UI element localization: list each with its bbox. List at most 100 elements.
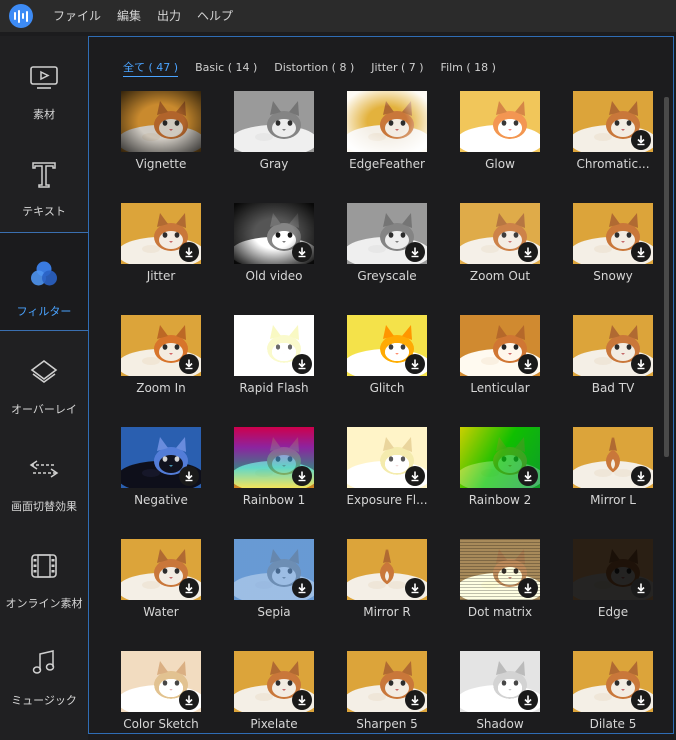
download-icon[interactable]: [405, 466, 425, 486]
filter-thumbnail[interactable]: [121, 427, 201, 488]
filter-tile[interactable]: Rapid Flash: [234, 315, 314, 395]
filter-tile[interactable]: Greyscale: [347, 203, 427, 283]
filter-tile[interactable]: Glow: [460, 91, 540, 171]
filter-tile[interactable]: Glitch: [347, 315, 427, 395]
filter-tile[interactable]: Chromatic...: [573, 91, 653, 171]
filter-thumbnail[interactable]: [460, 427, 540, 488]
filter-tile[interactable]: Sepia: [234, 539, 314, 619]
filter-tile[interactable]: Bad TV: [573, 315, 653, 395]
filter-tile[interactable]: Negative: [121, 427, 201, 507]
download-icon[interactable]: [292, 466, 312, 486]
scrollbar[interactable]: [664, 97, 669, 457]
sidebar-item-online[interactable]: オンライン素材: [0, 525, 88, 622]
filter-tile[interactable]: Water: [121, 539, 201, 619]
download-icon[interactable]: [179, 466, 199, 486]
sidebar-item-media[interactable]: 素材: [0, 36, 88, 133]
filter-thumbnail[interactable]: [347, 203, 427, 264]
filter-thumbnail[interactable]: [121, 651, 201, 712]
menu-help[interactable]: ヘルプ: [189, 0, 241, 32]
filter-thumbnail[interactable]: [234, 315, 314, 376]
download-icon[interactable]: [179, 242, 199, 262]
filter-thumbnail[interactable]: [234, 427, 314, 488]
download-icon[interactable]: [631, 690, 651, 710]
filter-thumbnail[interactable]: [234, 539, 314, 600]
filter-thumbnail[interactable]: [347, 427, 427, 488]
tab-film[interactable]: Film ( 18 ): [441, 61, 496, 77]
download-icon[interactable]: [292, 242, 312, 262]
download-icon[interactable]: [405, 354, 425, 374]
filter-tile[interactable]: Vignette: [121, 91, 201, 171]
filter-tile[interactable]: Mirror R: [347, 539, 427, 619]
filter-tile[interactable]: Color Sketch: [121, 651, 201, 731]
download-icon[interactable]: [292, 354, 312, 374]
download-icon[interactable]: [631, 130, 651, 150]
filter-tile[interactable]: EdgeFeather: [347, 91, 427, 171]
download-icon[interactable]: [631, 354, 651, 374]
filter-thumbnail[interactable]: [573, 539, 653, 600]
app-logo-icon[interactable]: [9, 4, 33, 28]
filter-tile[interactable]: Gray: [234, 91, 314, 171]
filter-tile[interactable]: Pixelate: [234, 651, 314, 731]
filter-tile[interactable]: Edge: [573, 539, 653, 619]
download-icon[interactable]: [631, 578, 651, 598]
filter-tile[interactable]: Mirror L: [573, 427, 653, 507]
download-icon[interactable]: [631, 242, 651, 262]
filter-tile[interactable]: Old video: [234, 203, 314, 283]
download-icon[interactable]: [179, 578, 199, 598]
filter-thumbnail[interactable]: [234, 651, 314, 712]
filter-tile[interactable]: Exposure Fl...: [346, 427, 428, 507]
menu-export[interactable]: 出力: [149, 0, 189, 32]
tab-all[interactable]: 全て ( 47 ): [123, 61, 179, 77]
filter-thumbnail[interactable]: [121, 203, 201, 264]
filter-tile[interactable]: Jitter: [121, 203, 201, 283]
filter-tile[interactable]: Rainbow 1: [234, 427, 314, 507]
filter-thumbnail[interactable]: [573, 651, 653, 712]
download-icon[interactable]: [518, 242, 538, 262]
filter-thumbnail[interactable]: [347, 539, 427, 600]
filter-thumbnail[interactable]: [460, 651, 540, 712]
download-icon[interactable]: [518, 578, 538, 598]
filter-tile[interactable]: Dilate 5: [573, 651, 653, 731]
download-icon[interactable]: [518, 466, 538, 486]
filter-thumbnail[interactable]: [121, 315, 201, 376]
filter-tile[interactable]: Rainbow 2: [460, 427, 540, 507]
filter-thumbnail[interactable]: [347, 315, 427, 376]
tab-jitter[interactable]: Jitter ( 7 ): [371, 61, 423, 77]
filter-thumbnail[interactable]: [573, 203, 653, 264]
sidebar-item-overlay[interactable]: オーバーレイ: [0, 331, 88, 428]
filter-thumbnail[interactable]: [573, 427, 653, 488]
tab-distortion[interactable]: Distortion ( 8 ): [274, 61, 354, 77]
filter-tile[interactable]: Snowy: [573, 203, 653, 283]
download-icon[interactable]: [405, 578, 425, 598]
sidebar-item-filter[interactable]: フィルター: [0, 233, 88, 330]
download-icon[interactable]: [405, 242, 425, 262]
download-icon[interactable]: [292, 690, 312, 710]
filter-thumbnail[interactable]: [234, 203, 314, 264]
filter-thumbnail[interactable]: [573, 315, 653, 376]
filter-tile[interactable]: Sharpen 5: [347, 651, 427, 731]
filter-tile[interactable]: Zoom Out: [460, 203, 540, 283]
download-icon[interactable]: [405, 690, 425, 710]
filter-thumbnail[interactable]: [347, 651, 427, 712]
download-icon[interactable]: [518, 354, 538, 374]
filter-thumbnail[interactable]: [347, 91, 427, 152]
tab-basic[interactable]: Basic ( 14 ): [195, 61, 257, 77]
sidebar-item-music[interactable]: ミュージック: [0, 622, 88, 719]
filter-thumbnail[interactable]: [460, 203, 540, 264]
sidebar-item-text[interactable]: テキスト: [0, 133, 88, 230]
filter-thumbnail[interactable]: [460, 539, 540, 600]
download-icon[interactable]: [179, 354, 199, 374]
menu-file[interactable]: ファイル: [45, 0, 109, 32]
filter-thumbnail[interactable]: [573, 91, 653, 152]
filter-tile[interactable]: Lenticular: [460, 315, 540, 395]
download-icon[interactable]: [518, 690, 538, 710]
filter-thumbnail[interactable]: [121, 539, 201, 600]
filter-tile[interactable]: Zoom In: [121, 315, 201, 395]
filter-thumbnail[interactable]: [460, 91, 540, 152]
download-icon[interactable]: [179, 690, 199, 710]
filter-thumbnail[interactable]: [121, 91, 201, 152]
menu-edit[interactable]: 編集: [109, 0, 149, 32]
download-icon[interactable]: [631, 466, 651, 486]
sidebar-item-transition[interactable]: 画面切替効果: [0, 428, 88, 525]
filter-tile[interactable]: Dot matrix: [460, 539, 540, 619]
